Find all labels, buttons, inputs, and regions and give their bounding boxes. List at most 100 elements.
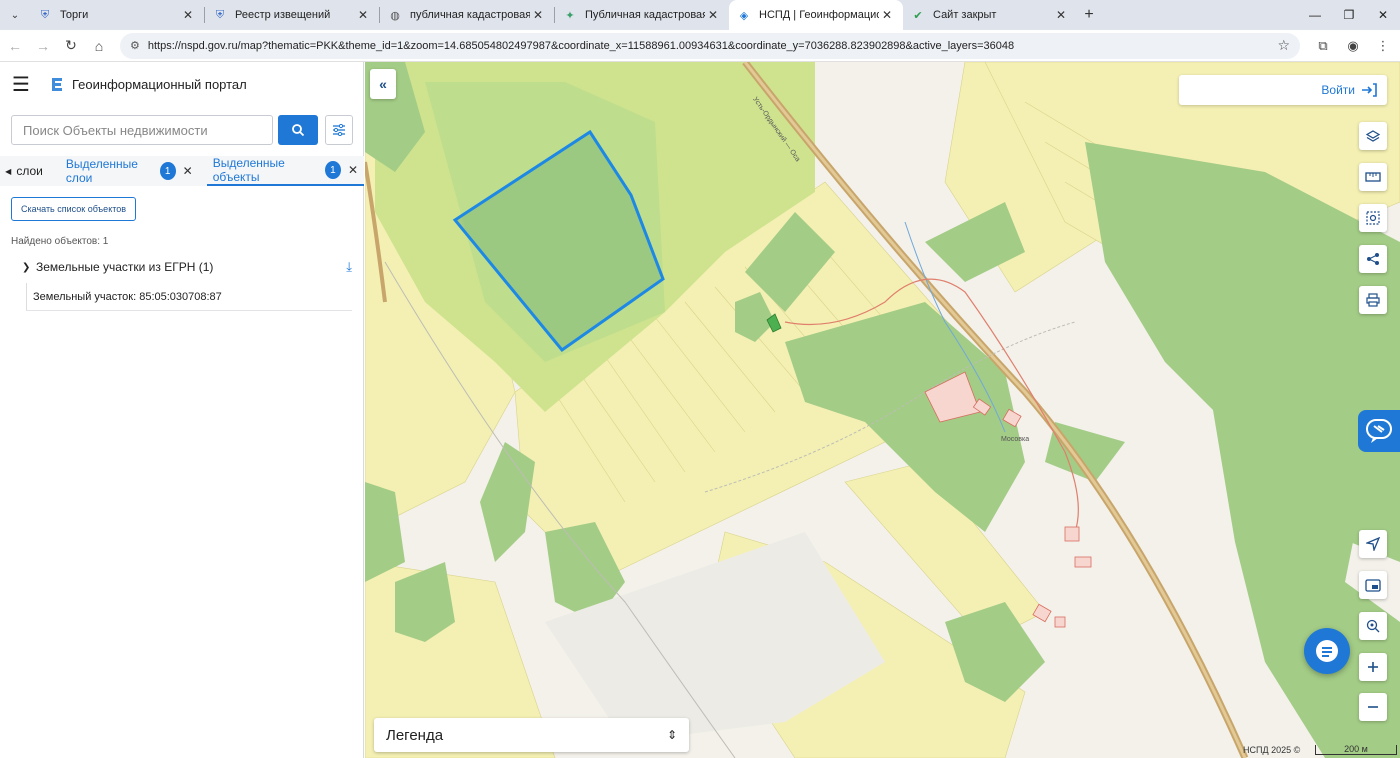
- profile-icon[interactable]: ◉: [1338, 33, 1368, 59]
- layers-button[interactable]: [1359, 122, 1387, 150]
- close-window-icon[interactable]: ✕: [1366, 0, 1400, 30]
- home-icon[interactable]: ⌂: [86, 33, 112, 59]
- legend-label: Легенда: [386, 726, 444, 744]
- check-circle-icon: ✔: [913, 9, 923, 22]
- bookmark-star-icon[interactable]: ☆: [1277, 37, 1290, 54]
- legend-toggle[interactable]: Легенда ⇕: [374, 718, 689, 752]
- tab-label: Сайт закрыт: [933, 9, 997, 21]
- tab-selected-layers[interactable]: Выделенные слои 1 ✕: [66, 156, 193, 186]
- plus-icon: [1368, 662, 1378, 672]
- sliders-icon: [333, 124, 345, 136]
- share-button[interactable]: [1359, 245, 1387, 273]
- side-panel: ☰ Геоинформационный портал Поиск Объекты…: [0, 62, 365, 758]
- reload-icon[interactable]: ↻: [58, 33, 84, 59]
- login-button[interactable]: Войти: [1179, 75, 1387, 105]
- list-item-land-plot[interactable]: Земельный участок: 85:05:030708:87: [26, 283, 352, 311]
- tab-label: Выделенные слои: [65, 157, 138, 185]
- browser-tab-5-active[interactable]: ◈ НСПД | Геоинформационный ✕: [729, 0, 903, 30]
- tab-label: НСПД | Геоинформационный: [759, 9, 879, 21]
- hamburger-menu-icon[interactable]: ☰: [12, 72, 34, 97]
- collapse-panel-button[interactable]: «: [370, 69, 396, 99]
- scroll-left-icon[interactable]: ◀: [0, 167, 16, 176]
- browser-tab-2[interactable]: ⛨ Реестр извещений ✕: [205, 0, 379, 30]
- count-badge: 1: [324, 161, 341, 179]
- new-tab-plus-icon[interactable]: +: [1077, 6, 1101, 24]
- minimize-icon[interactable]: —: [1298, 0, 1332, 30]
- search-button[interactable]: [278, 115, 318, 145]
- site-info-icon[interactable]: ⚙: [130, 39, 140, 52]
- tab-layers[interactable]: слои: [16, 164, 43, 178]
- chat-button[interactable]: [1304, 628, 1350, 674]
- found-count-text: Найдено объектов: 1: [11, 236, 109, 247]
- close-icon[interactable]: ✕: [183, 164, 193, 178]
- map-icon: ✦: [565, 9, 575, 22]
- chat-icon: [1316, 640, 1338, 662]
- browser-tab-3[interactable]: ◍ публичная кадастровая карта ✕: [380, 0, 554, 30]
- assistant-side-button[interactable]: [1358, 410, 1400, 452]
- globe-icon: ◍: [390, 9, 400, 22]
- area-select-button[interactable]: [1359, 204, 1387, 232]
- browser-tab-6[interactable]: ✔ Сайт закрыт ✕: [903, 0, 1077, 30]
- close-icon[interactable]: ✕: [879, 8, 895, 22]
- map-canvas[interactable]: Усть-Ордынский — Оса Мосовка « Войти Лег…: [365, 62, 1400, 758]
- navigation-arrow-icon: [1366, 537, 1380, 551]
- forward-arrow-icon[interactable]: →: [30, 33, 56, 59]
- url-field[interactable]: ⚙ https://nspd.gov.ru/map?thematic=PKK&t…: [120, 32, 1300, 59]
- zoom-in-button[interactable]: [1359, 653, 1387, 681]
- back-arrow-icon[interactable]: ←: [2, 33, 28, 59]
- search-input[interactable]: Поиск Объекты недвижимости: [11, 115, 273, 145]
- search-location-button[interactable]: [1359, 612, 1387, 640]
- tab-label: Выделенные объекты: [212, 156, 285, 184]
- window-controls: — ❐ ✕: [1298, 0, 1400, 30]
- tab-label: Реестр извещений: [235, 9, 331, 21]
- close-icon[interactable]: ✕: [355, 8, 371, 22]
- address-bar: ← → ↻ ⌂ ⚙ https://nspd.gov.ru/map?themat…: [0, 30, 1400, 62]
- location-pin-icon: [1366, 619, 1380, 633]
- browser-tab-4[interactable]: ✦ Публичная кадастровая карта ✕: [555, 0, 729, 30]
- download-icon[interactable]: ⤓: [346, 259, 352, 275]
- close-icon[interactable]: ✕: [348, 163, 358, 177]
- ruler-button[interactable]: [1359, 163, 1387, 191]
- browser-toolbar-right: ⧉ ◉ ⋮: [1308, 33, 1398, 59]
- tab-label: публичная кадастровая карта: [410, 9, 530, 21]
- zoom-out-button[interactable]: [1359, 693, 1387, 721]
- tab-label: Торги: [60, 9, 89, 21]
- nspd-icon: ◈: [739, 9, 749, 22]
- browser-tab-1[interactable]: ⛨ Торги ✕: [30, 0, 204, 30]
- filter-button[interactable]: [325, 115, 353, 145]
- close-icon[interactable]: ✕: [180, 8, 196, 22]
- minimap-button[interactable]: [1359, 571, 1387, 599]
- list-item-label: Земельный участок: 85:05:030708:87: [33, 290, 222, 303]
- tab-search-chevron-icon[interactable]: ⌄: [0, 0, 30, 30]
- restore-icon[interactable]: ❐: [1332, 0, 1366, 30]
- url-text: https://nspd.gov.ru/map?thematic=PKK&the…: [147, 39, 1015, 52]
- minimap-icon: [1365, 578, 1381, 592]
- layers-icon: [1366, 130, 1380, 142]
- tab-selected-objects[interactable]: Выделенные объекты 1 ✕: [206, 156, 365, 186]
- share-icon: [1367, 253, 1379, 265]
- group-label: Земельные участки из ЕГРН (1): [36, 260, 214, 274]
- search-row: Поиск Объекты недвижимости: [11, 115, 353, 145]
- panel-header: ☰ Геоинформационный портал: [0, 62, 363, 106]
- result-group-header[interactable]: ❯ Земельные участки из ЕГРН (1) ⤓: [22, 259, 352, 275]
- shield-icon: ⛨: [40, 8, 50, 21]
- expand-arrows-icon: ⇕: [666, 728, 677, 742]
- browser-tabbar: ⌄ ⛨ Торги ✕ ⛨ Реестр извещений ✕ ◍ публи…: [0, 0, 1400, 30]
- chevron-down-icon[interactable]: ❯: [22, 262, 36, 273]
- sign-in-icon: [1362, 83, 1377, 97]
- menu-kebab-icon[interactable]: ⋮: [1368, 33, 1398, 59]
- geolocation-button[interactable]: [1359, 530, 1387, 558]
- area-select-icon: [1366, 211, 1380, 225]
- extensions-puzzle-icon[interactable]: ⧉: [1308, 33, 1338, 59]
- close-icon[interactable]: ✕: [530, 8, 546, 22]
- print-button[interactable]: [1359, 286, 1387, 314]
- close-icon[interactable]: ✕: [1053, 8, 1069, 22]
- count-badge: 1: [159, 162, 176, 180]
- assistant-icon: [1366, 419, 1392, 443]
- close-icon[interactable]: ✕: [705, 8, 721, 22]
- portal-title: Геоинформационный портал: [72, 76, 247, 92]
- ruler-icon: [1365, 172, 1381, 182]
- tab-label: Публичная кадастровая карта: [585, 9, 705, 21]
- portal-logo-icon: [52, 78, 62, 91]
- download-list-button[interactable]: Скачать список объектов: [11, 197, 137, 221]
